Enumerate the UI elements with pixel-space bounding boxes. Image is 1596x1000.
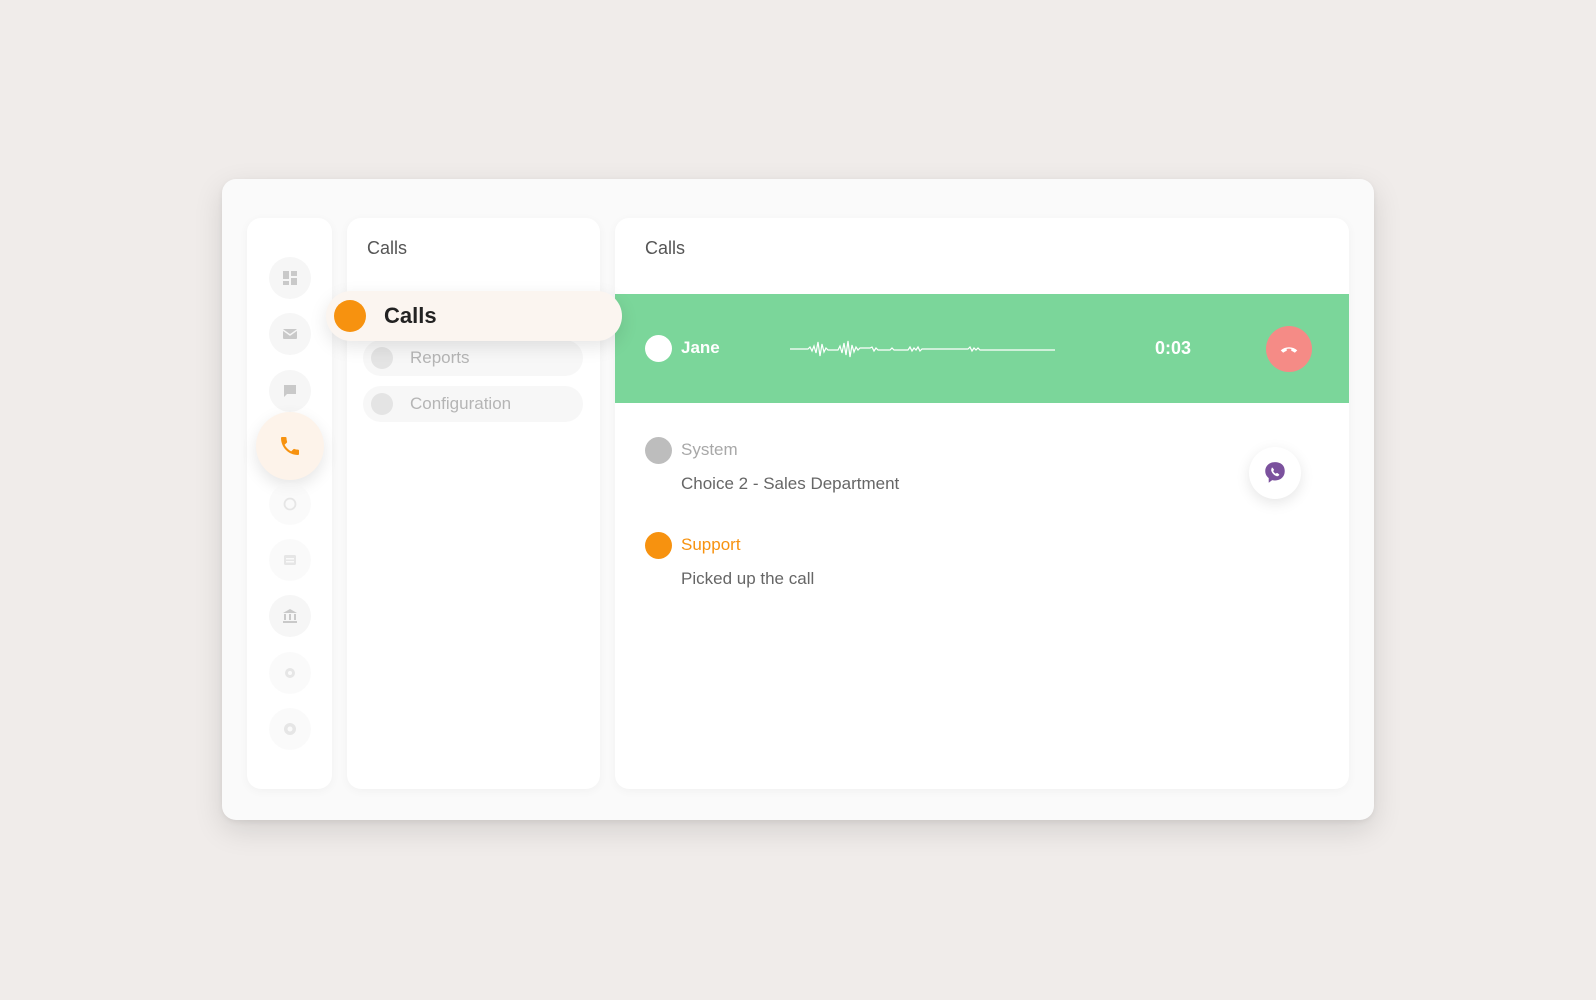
- submenu-item-label: Reports: [410, 348, 470, 367]
- log-message: Picked up the call: [681, 569, 815, 588]
- mail-icon: [282, 329, 298, 339]
- chat-icon: [284, 385, 296, 397]
- system-avatar: [645, 437, 672, 464]
- submenu-item-configuration[interactable]: Configuration: [363, 386, 583, 422]
- record-icon: [284, 723, 296, 735]
- hangup-icon: [1280, 347, 1298, 353]
- configuration-icon: [371, 393, 393, 415]
- support-avatar: [645, 532, 672, 559]
- bank-icon: [283, 609, 297, 623]
- rail-calls-button[interactable]: [256, 412, 324, 480]
- submenu-item-reports[interactable]: Reports: [363, 340, 583, 376]
- rail-refresh-button[interactable]: [269, 483, 311, 525]
- phone-icon: [281, 437, 299, 455]
- log-message: Choice 2 - Sales Department: [681, 474, 900, 493]
- gear-icon: [285, 668, 295, 678]
- submenu-item-label: Calls: [384, 303, 437, 328]
- rail-mail-button[interactable]: [269, 313, 311, 355]
- calls-dot-icon: [334, 300, 366, 332]
- viber-icon: [1265, 462, 1285, 483]
- refresh-icon: [283, 497, 297, 511]
- viber-button[interactable]: [1249, 447, 1301, 499]
- inbox-icon: [284, 555, 296, 565]
- caller-name: Jane: [681, 338, 720, 357]
- log-author: Support: [681, 535, 741, 554]
- submenu-item-calls[interactable]: Calls: [326, 291, 622, 341]
- call-timer: 0:03: [1155, 338, 1192, 358]
- waveform-icon: [790, 340, 1055, 358]
- active-call-bar: Jane 0:03: [615, 294, 1349, 403]
- submenu-title: Calls: [367, 238, 408, 258]
- app-window: Calls Reports Configuration Calls Calls …: [222, 179, 1374, 820]
- dashboard-icon: [283, 271, 297, 285]
- submenu-item-label: Configuration: [410, 394, 512, 413]
- rail-dashboard-button[interactable]: [269, 257, 311, 299]
- hangup-button[interactable]: [1266, 326, 1312, 372]
- calls-main-panel: Calls Jane 0:03 System Choice 2 - Sales …: [615, 218, 1349, 789]
- rail-settings-button[interactable]: [269, 652, 311, 694]
- rail-bank-button[interactable]: [269, 595, 311, 637]
- log-author: System: [681, 440, 738, 459]
- page-title: Calls: [645, 238, 686, 258]
- caller-avatar: [645, 335, 672, 362]
- rail-inbox-button[interactable]: [269, 539, 311, 581]
- reports-icon: [371, 347, 393, 369]
- rail-record-button[interactable]: [269, 708, 311, 750]
- rail-chat-button[interactable]: [269, 370, 311, 412]
- icon-rail: [247, 218, 332, 789]
